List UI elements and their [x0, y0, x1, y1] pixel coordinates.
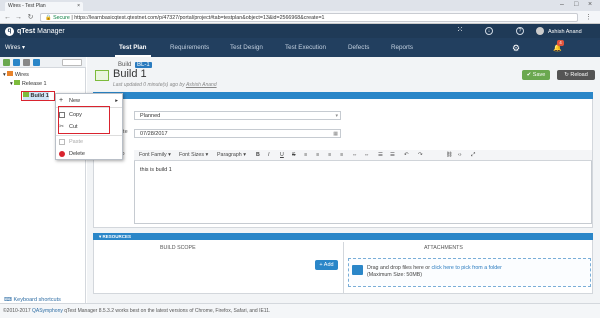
- align-center-button[interactable]: ≡: [316, 152, 319, 159]
- source-code-button[interactable]: ‹›: [458, 152, 462, 159]
- browser-tabstrip: [0, 0, 600, 11]
- tree-search-input[interactable]: [62, 59, 82, 66]
- project-selector[interactable]: Wires ▾: [5, 44, 25, 51]
- link-button[interactable]: ⛓: [446, 152, 453, 159]
- app-brand: qTest Manager: [17, 28, 65, 35]
- minimize-icon[interactable]: –: [560, 1, 564, 9]
- tab-title: Wires - Test Plan: [8, 3, 46, 9]
- outdent-button[interactable]: ⇔: [352, 152, 357, 159]
- back-icon[interactable]: ←: [3, 13, 12, 22]
- highlight-box-copy-cut: [58, 106, 110, 134]
- tree-item-wires[interactable]: ▾ Wires: [3, 71, 29, 79]
- maximize-icon[interactable]: □: [574, 1, 578, 9]
- url-field[interactable]: 🔒 Secure | https://learnbasicqtest.qtest…: [40, 13, 578, 22]
- menu-kebab-icon[interactable]: ⋮: [584, 13, 593, 22]
- browser-tab[interactable]: Wires - Test Plan ×: [5, 2, 83, 11]
- forward-icon[interactable]: →: [14, 13, 23, 22]
- footer: ©2010-2017 QASymphony qTest Manager 8.5.…: [0, 303, 600, 318]
- upload-icon: [352, 265, 363, 275]
- release-icon: [14, 80, 21, 85]
- tab-test-design[interactable]: Test Design: [226, 38, 267, 57]
- build-scope-header: BUILD SCOPE: [160, 245, 196, 251]
- page-title[interactable]: Build 1: [113, 68, 147, 81]
- attachments-header: ATTACHMENTS: [424, 245, 463, 251]
- tab-defects[interactable]: Defects: [344, 38, 373, 57]
- status-select[interactable]: Planned ▾: [134, 111, 341, 120]
- justify-button[interactable]: ≡: [340, 152, 343, 159]
- secure-label: Secure: [53, 15, 70, 21]
- add-item-icon[interactable]: [13, 59, 20, 66]
- tab-reports[interactable]: Reports: [387, 38, 417, 57]
- company-link[interactable]: QASymphony: [32, 308, 63, 314]
- tab-test-execution[interactable]: Test Execution: [281, 38, 330, 57]
- strike-button[interactable]: S: [292, 152, 296, 159]
- project-icon: [7, 71, 14, 76]
- save-button[interactable]: ✔ Save: [522, 70, 550, 80]
- tree-item-release[interactable]: ▾ Release 1: [10, 80, 47, 88]
- paragraph-dropdown[interactable]: Paragraph ▾: [217, 152, 246, 159]
- date-field[interactable]: 07/28/2017 ▦: [134, 129, 341, 138]
- avatar[interactable]: [536, 27, 544, 35]
- submenu-arrow-icon: ▸: [115, 98, 118, 104]
- url-text: https://learnbasicqtest.qtestnet.com/p/4…: [74, 15, 325, 21]
- qtest-logo-icon: q: [5, 27, 14, 36]
- notification-badge: 4: [557, 40, 564, 46]
- add-scope-button[interactable]: + Add: [315, 260, 338, 270]
- app-header: [0, 24, 600, 38]
- bullet-list-button[interactable]: ☰: [378, 152, 383, 159]
- column-divider: [343, 242, 344, 293]
- description-editor[interactable]: [134, 150, 592, 224]
- settings-gear-icon[interactable]: ⚙: [512, 43, 520, 54]
- menu-item-paste[interactable]: Paste: [56, 136, 122, 148]
- download-icon[interactable]: ↓: [485, 27, 493, 35]
- pick-folder-link[interactable]: click here to pick from a folder: [432, 265, 502, 271]
- properties-header: S: [93, 92, 593, 99]
- refresh-tree-icon[interactable]: [23, 59, 30, 66]
- align-left-button[interactable]: ≡: [304, 152, 307, 159]
- dropzone-text: Drag and drop files here or click here t…: [367, 265, 502, 278]
- apps-grid-icon[interactable]: ⁙: [456, 26, 464, 35]
- user-name[interactable]: Ashish Anand: [548, 28, 582, 36]
- redo-button[interactable]: ↷: [418, 152, 422, 159]
- align-right-button[interactable]: ≡: [328, 152, 331, 159]
- tab-requirements[interactable]: Requirements: [166, 38, 213, 57]
- refresh-icon[interactable]: ↻: [26, 13, 35, 22]
- font-family-dropdown[interactable]: Font Family ▾: [139, 152, 171, 159]
- indent-button[interactable]: ⇔: [364, 152, 369, 159]
- description-text[interactable]: this is build 1: [140, 167, 172, 173]
- reload-button[interactable]: ↻ Reload: [557, 70, 595, 80]
- fullscreen-button[interactable]: ⤢: [471, 152, 475, 159]
- font-sizes-dropdown[interactable]: Font Sizes ▾: [179, 152, 208, 159]
- window-close-icon[interactable]: ×: [588, 1, 592, 9]
- highlight-box-build: [21, 91, 55, 101]
- filter-icon[interactable]: [33, 59, 40, 66]
- paste-icon: [59, 139, 65, 145]
- last-updated: Last updated 0 minute(s) ago by Ashish A…: [113, 82, 217, 88]
- plus-icon: +: [59, 97, 64, 104]
- bold-button[interactable]: B: [256, 152, 260, 159]
- resources-header[interactable]: ▾ RESOURCES: [93, 233, 593, 240]
- underline-button[interactable]: U: [280, 152, 284, 159]
- menu-item-delete[interactable]: Delete: [56, 148, 122, 160]
- tab-test-plan[interactable]: Test Plan: [115, 38, 151, 57]
- delete-icon: [59, 151, 65, 157]
- add-folder-icon[interactable]: [3, 59, 10, 66]
- italic-button[interactable]: I: [268, 152, 269, 159]
- undo-button[interactable]: ↶: [404, 152, 408, 159]
- help-icon[interactable]: ?: [516, 27, 524, 35]
- tab-close-icon[interactable]: ×: [77, 2, 80, 11]
- numbered-list-button[interactable]: ☰: [390, 152, 395, 159]
- build-large-icon: [95, 70, 109, 81]
